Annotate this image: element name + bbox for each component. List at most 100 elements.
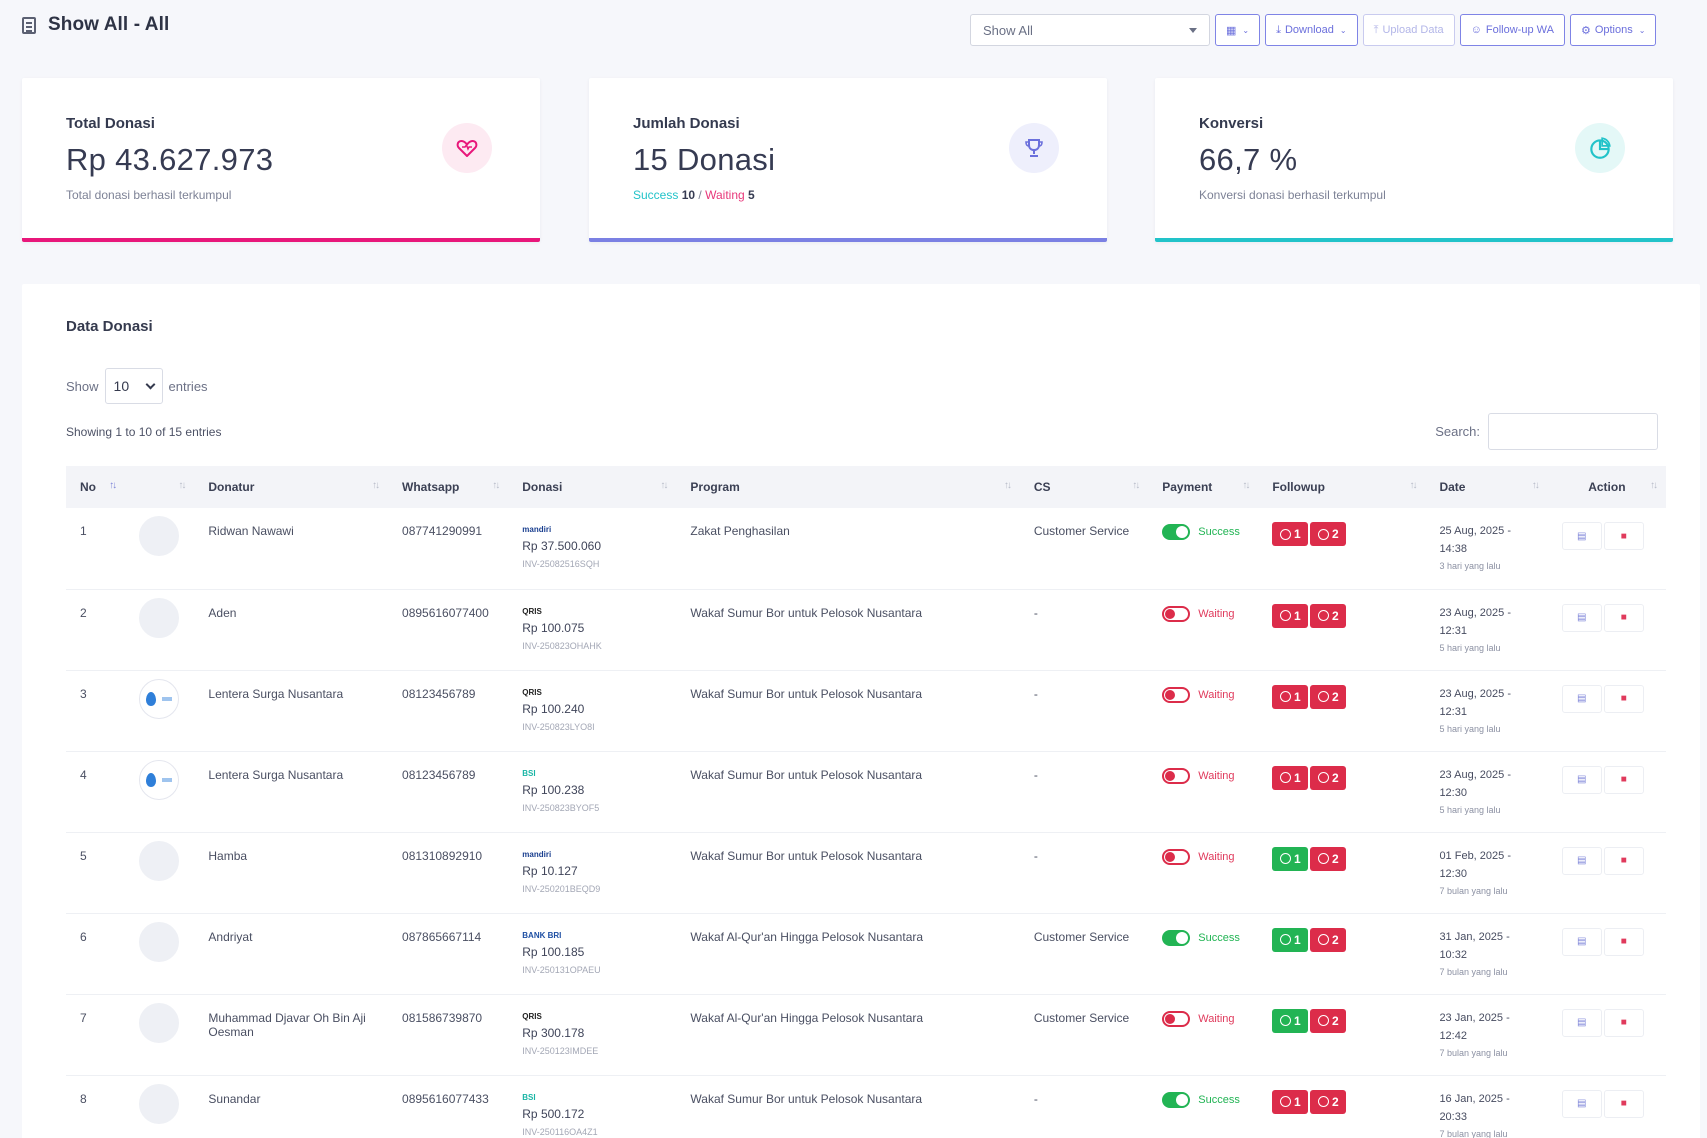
column-header-no[interactable]: No ↑↓ [66,466,126,508]
cell-action: ▤ ■ [1547,1075,1666,1138]
cell-cs: - [1019,832,1149,914]
followup-2-button[interactable]: 2 [1310,684,1347,709]
relative-time: 5 hari yang lalu [1439,723,1501,734]
delete-icon[interactable]: ■ [1603,603,1644,632]
followup-1-button[interactable]: 1 [1272,846,1309,871]
payment-toggle[interactable] [1162,929,1191,946]
followup-2-label: 2 [1331,608,1339,623]
payment-toggle[interactable] [1162,767,1191,784]
followup-2-button[interactable]: 2 [1310,603,1347,628]
success-count: 10 [681,188,696,202]
whatsapp-number: 08123456789 [402,767,476,782]
waiting-label: Waiting [705,188,745,202]
cell-cs: - [1019,670,1149,752]
column-header-followup[interactable]: Followup ↑↓ [1258,466,1426,508]
cell-program: Wakaf Al-Qur'an Hingga Pelosok Nusantara [676,913,1020,995]
calendar-button[interactable]: ▦ ⌄ [1215,14,1261,46]
delete-icon[interactable]: ■ [1603,684,1644,713]
column-header-avatar[interactable]: ↑↓ [125,466,195,508]
column-header-whatsapp[interactable]: Whatsapp ↑↓ [388,466,509,508]
followup-wa-button[interactable]: ☺ Follow-up WA [1459,14,1565,46]
bank-logo: mandiri [522,849,552,859]
delete-icon[interactable]: ■ [1603,927,1644,956]
whatsapp-number: 0895616077400 [402,605,489,620]
cs-name: - [1033,767,1038,782]
date-value: 23 Aug, 2025 - [1439,687,1511,700]
column-header-payment[interactable]: Payment ↑↓ [1148,466,1259,508]
payment-toggle[interactable] [1162,524,1191,540]
cell-action: ▤ ■ [1547,832,1666,914]
cell-cs: Customer Service [1019,508,1149,590]
whatsapp-number: 08123456789 [402,686,476,701]
delete-icon[interactable]: ■ [1603,765,1644,794]
date-text: 23 Jan, 2025 - 12:42 [1439,1009,1533,1045]
program-name: Wakaf Sumur Bor untuk Pelosok Nusantara [690,767,923,782]
followup-2-button[interactable]: 2 [1310,927,1347,952]
cell-action: ▤ ■ [1547,913,1666,995]
delete-icon[interactable]: ■ [1603,846,1644,875]
followup-2-button[interactable]: 2 [1310,1089,1347,1114]
date-text: 31 Jan, 2025 - 10:32 [1439,928,1533,964]
column-header-date[interactable]: Date ↑↓ [1425,466,1548,508]
download-button[interactable]: ⤓ Download ⌄ [1265,14,1358,46]
download-icon: ⤓ [1276,23,1281,36]
cell-date: 23 Aug, 2025 - 12:30 5 hari yang lalu [1425,751,1548,833]
payment-toggle[interactable] [1162,848,1191,865]
column-header-donasi[interactable]: Donasi ↑↓ [508,466,677,508]
program-name: Wakaf Sumur Bor untuk Pelosok Nusantara [690,848,923,863]
delete-icon[interactable]: ■ [1603,1008,1644,1037]
followup-2-label: 2 [1331,770,1339,785]
cell-program: Zakat Penghasilan [676,508,1020,590]
followup-2-button[interactable]: 2 [1310,522,1347,546]
invoice-number: INV-25082516SQH [522,559,600,569]
column-header-program[interactable]: Program ↑↓ [676,466,1020,508]
delete-icon[interactable]: ■ [1603,1089,1644,1118]
edit-icon[interactable]: ▤ [1561,684,1602,713]
edit-icon[interactable]: ▤ [1561,765,1602,794]
edit-icon[interactable]: ▤ [1561,603,1602,632]
cell-program: Wakaf Sumur Bor untuk Pelosok Nusantara [676,751,1020,833]
entries-select[interactable]: 10 [104,368,163,404]
edit-icon[interactable]: ▤ [1561,522,1602,550]
date-value: 16 Jan, 2025 - [1439,1092,1510,1105]
payment-toggle[interactable] [1162,1010,1191,1027]
followup-2-button[interactable]: 2 [1310,765,1347,790]
cell-no: 1 [66,508,126,590]
edit-icon[interactable]: ▤ [1561,846,1602,875]
cell-whatsapp: 0895616077400 [388,589,509,671]
accent-bar [1155,238,1673,242]
invoice-number: INV-250201BEQD9 [522,883,601,894]
cell-followup: 1 2 [1258,589,1426,671]
column-header-donatur[interactable]: Donatur ↑↓ [194,466,389,508]
search-input[interactable] [1488,413,1658,450]
edit-icon[interactable]: ▤ [1561,927,1602,956]
show-label: Show [66,378,99,394]
followup-1-button[interactable]: 1 [1272,765,1309,790]
entries-length-control: Show 10 entries [66,368,208,404]
edit-icon[interactable]: ▤ [1561,1089,1602,1118]
delete-icon[interactable]: ■ [1603,522,1644,550]
donor-name: Hamba [208,848,248,863]
payment-toggle[interactable] [1162,1091,1191,1108]
followup-2-button[interactable]: 2 [1310,846,1347,871]
cell-cs: Customer Service [1019,913,1149,995]
whatsapp-icon [1317,934,1329,945]
chevron-down-icon: ⌄ [1638,25,1646,35]
followup-1-button[interactable]: 1 [1272,684,1309,709]
column-header-cs[interactable]: CS ↑↓ [1019,466,1149,508]
upload-button[interactable]: ⤒ Upload Data [1362,14,1455,46]
cell-payment: Waiting [1148,832,1259,914]
followup-1-button[interactable]: 1 [1272,1008,1309,1033]
filter-select[interactable]: Show All [970,14,1210,46]
payment-toggle[interactable] [1162,686,1191,703]
followup-1-button[interactable]: 1 [1272,927,1309,952]
payment-toggle[interactable] [1162,605,1191,622]
cell-followup: 1 2 [1258,670,1426,752]
column-header-action[interactable]: Action ↑↓ [1547,466,1666,508]
followup-1-button[interactable]: 1 [1272,522,1309,546]
followup-1-button[interactable]: 1 [1272,1089,1309,1114]
edit-icon[interactable]: ▤ [1561,1008,1602,1037]
followup-2-button[interactable]: 2 [1310,1008,1347,1033]
options-button[interactable]: ⚙ Options ⌄ [1569,14,1657,46]
followup-1-button[interactable]: 1 [1272,603,1309,628]
